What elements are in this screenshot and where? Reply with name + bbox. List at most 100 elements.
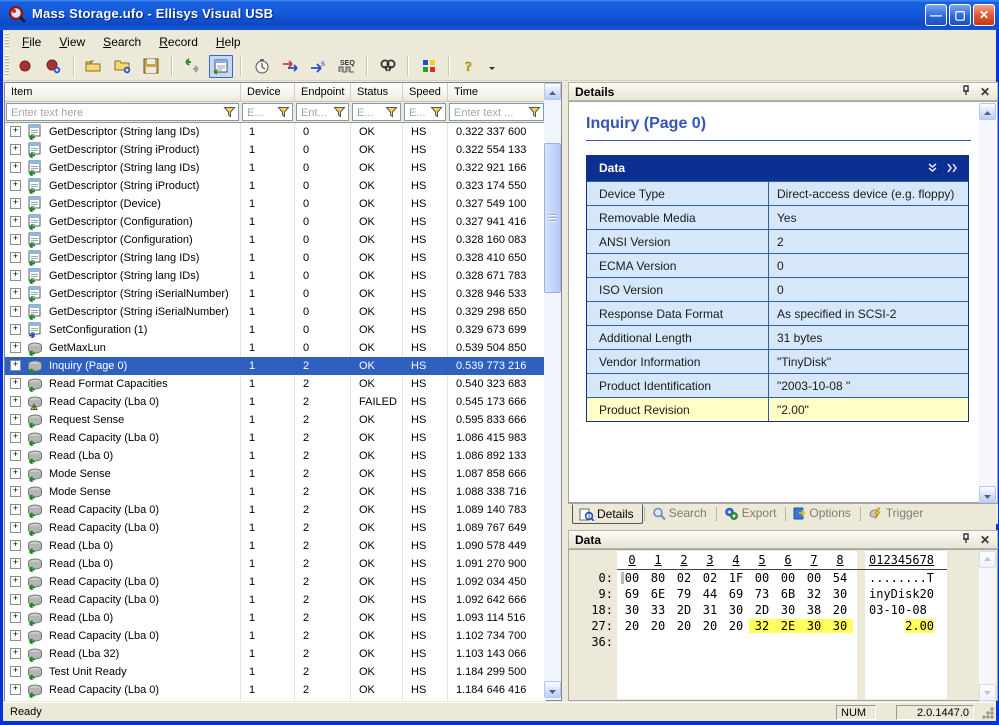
data-table-row[interactable]: ECMA Version0 <box>587 253 968 277</box>
data-table-row[interactable]: Product Identification"2003-10-08 " <box>587 373 968 397</box>
list-item[interactable]: +GetDescriptor (String lang IDs)10OKHS0.… <box>5 159 546 177</box>
menu-item-help[interactable]: Help <box>207 33 250 51</box>
list-item[interactable]: +Read Capacity (Lba 0)12FAILEDHS0.545 17… <box>5 393 546 411</box>
list-item[interactable]: +Read Capacity (Lba 0)12OKHS1.092 034 45… <box>5 573 546 591</box>
tab-search[interactable]: Search <box>646 504 715 524</box>
list-item[interactable]: +GetMaxLun10OKHS0.539 504 850 <box>5 339 546 357</box>
list-item[interactable]: +SetConfiguration (1)10OKHS0.329 673 699 <box>5 321 546 339</box>
expand-button[interactable]: + <box>10 576 21 587</box>
menu-item-record[interactable]: Record <box>150 33 207 51</box>
filter-funnel-icon[interactable] <box>277 105 291 119</box>
expand-button[interactable]: + <box>10 594 21 605</box>
go-to-sequence-icon[interactable]: s <box>306 55 330 78</box>
list-scrollbar[interactable] <box>544 83 561 700</box>
close-pane-icon[interactable]: ✕ <box>977 85 993 99</box>
list-item[interactable]: +GetDescriptor (String lang IDs)10OKHS0.… <box>5 123 546 141</box>
list-item[interactable]: +Read Capacity (Lba 0)12OKHS1.086 415 98… <box>5 429 546 447</box>
details-scrollbar[interactable] <box>979 103 996 503</box>
expand-button[interactable]: + <box>10 126 21 137</box>
data-table-row[interactable]: ANSI Version2 <box>587 229 968 253</box>
list-item[interactable]: +Read (Lba 32)12OKHS1.103 143 066 <box>5 645 546 663</box>
list-item[interactable]: +GetDescriptor (Device)10OKHS0.327 549 1… <box>5 195 546 213</box>
list-item[interactable]: +Test Unit Ready12OKHS1.184 299 500 <box>5 663 546 681</box>
column-header-device[interactable]: Device <box>241 83 295 102</box>
data-table-row[interactable]: ISO Version0 <box>587 277 968 301</box>
pin-icon[interactable] <box>958 85 974 99</box>
list-item[interactable]: +Read Capacity (Lba 0)12OKHS1.092 642 66… <box>5 591 546 609</box>
open-file-icon[interactable] <box>82 55 106 78</box>
title-bar[interactable]: Mass Storage.ufo - Ellisys Visual USB — … <box>0 0 999 30</box>
expand-button[interactable]: + <box>10 306 21 317</box>
list-item[interactable]: +Read Capacity (Lba 0)12OKHS1.184 646 41… <box>5 681 546 699</box>
expand-button[interactable]: + <box>10 162 21 173</box>
list-item[interactable]: +Read (Lba 0)12OKHS1.091 270 900 <box>5 555 546 573</box>
expand-button[interactable]: + <box>10 540 21 551</box>
expand-button[interactable]: + <box>10 612 21 623</box>
scroll-up-icon[interactable] <box>979 103 996 120</box>
expand-button[interactable]: + <box>10 396 21 407</box>
list-item[interactable]: +GetDescriptor (String lang IDs)10OKHS0.… <box>5 267 546 285</box>
sequencer-icon[interactable]: SEQ <box>335 55 359 78</box>
expand-button[interactable]: + <box>10 180 21 191</box>
list-item[interactable]: +Read Capacity (Lba 0)12OKHS1.089 140 78… <box>5 501 546 519</box>
expand-button[interactable]: + <box>10 432 21 443</box>
list-item[interactable]: +Mode Sense12OKHS1.088 338 716 <box>5 483 546 501</box>
list-item[interactable]: +Read Capacity (Lba 0)12OKHS1.089 767 64… <box>5 519 546 537</box>
data-table-row[interactable]: Response Data FormatAs specified in SCSI… <box>587 301 968 325</box>
list-item[interactable]: +Read Capacity (Lba 0)12OKHS1.102 734 70… <box>5 627 546 645</box>
list-item[interactable]: +GetDescriptor (String lang IDs)10OKHS0.… <box>5 249 546 267</box>
expand-button[interactable]: + <box>10 324 21 335</box>
collapse-icon[interactable] <box>927 162 938 176</box>
resize-grip[interactable] <box>981 706 994 719</box>
close-pane-icon[interactable]: ✕ <box>977 533 993 547</box>
tab-export[interactable]: Export <box>718 504 785 524</box>
list-item[interactable]: +GetDescriptor (String iSerialNumber)10O… <box>5 303 546 321</box>
filter-input-speed[interactable]: E... <box>404 103 446 121</box>
expand-button[interactable]: + <box>10 360 21 371</box>
list-item[interactable]: +GetDescriptor (String iProduct)10OKHS0.… <box>5 141 546 159</box>
expand-button[interactable]: + <box>10 666 21 677</box>
timing-icon[interactable] <box>250 55 274 78</box>
hex-row[interactable]: 18:30332D31302D30382003-10-08 <box>569 603 989 619</box>
scroll-down-icon[interactable] <box>544 681 561 698</box>
data-table-row[interactable]: Product Revision"2.00" <box>587 397 968 421</box>
maximize-button[interactable]: ▢ <box>949 4 971 26</box>
find-icon[interactable] <box>376 55 400 78</box>
navigate-arrows-icon[interactable] <box>180 55 204 78</box>
list-item[interactable]: +Request Sense12OKHS0.595 833 666 <box>5 411 546 429</box>
menu-item-search[interactable]: Search <box>94 33 150 51</box>
filter-input-device[interactable]: E... <box>242 103 293 121</box>
go-to-transfer-icon[interactable] <box>278 55 302 78</box>
filter-funnel-icon[interactable] <box>333 105 347 119</box>
expand-button[interactable]: + <box>10 270 21 281</box>
menu-item-view[interactable]: View <box>50 33 94 51</box>
expand-button[interactable]: + <box>10 198 21 209</box>
tab-trigger[interactable]: Trigger <box>862 504 932 524</box>
hex-row[interactable]: 9:696E794469736B3230inyDisk20 <box>569 587 989 603</box>
expand-button[interactable]: + <box>10 648 21 659</box>
data-table-header[interactable]: Data <box>587 156 968 181</box>
scroll-thumb[interactable] <box>544 143 561 293</box>
filter-funnel-icon[interactable] <box>528 105 542 119</box>
scroll-up-icon[interactable] <box>979 551 996 568</box>
help-icon[interactable]: ? <box>458 55 482 78</box>
pin-icon[interactable] <box>958 533 974 547</box>
expand-button[interactable]: + <box>10 414 21 425</box>
expand-button[interactable]: + <box>10 342 21 353</box>
list-item[interactable]: +Mode Sense12OKHS1.087 858 666 <box>5 465 546 483</box>
expand-button[interactable]: + <box>10 216 21 227</box>
filter-input-endpoint[interactable]: Ent... <box>296 103 349 121</box>
tab-options[interactable]: Options <box>787 504 858 524</box>
expand-button[interactable]: + <box>10 468 21 479</box>
save-icon[interactable] <box>139 55 163 78</box>
list-item[interactable]: +GetDescriptor (String iSerialNumber)10O… <box>5 285 546 303</box>
data-table-row[interactable]: Device TypeDirect-access device (e.g. fl… <box>587 181 968 205</box>
expand-button[interactable]: + <box>10 144 21 155</box>
menu-item-file[interactable]: File <box>13 33 50 51</box>
tab-details[interactable]: Details <box>572 504 643 524</box>
expand-button[interactable]: + <box>10 378 21 389</box>
expand-button[interactable]: + <box>10 522 21 533</box>
hex-row[interactable]: 36: <box>569 635 989 651</box>
list-item[interactable]: +Read Format Capacities12OKHS0.540 323 6… <box>5 375 546 393</box>
more-buttons-icon[interactable] <box>486 55 498 78</box>
